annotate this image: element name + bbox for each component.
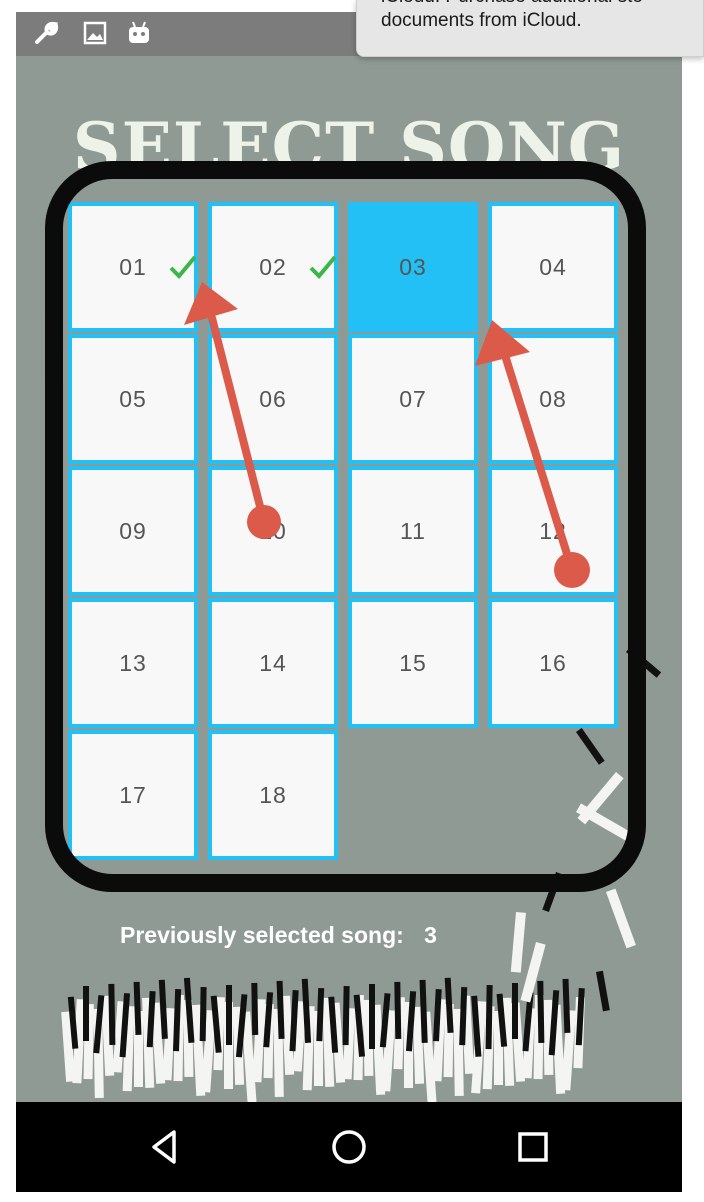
- song-cell-03[interactable]: 03: [348, 202, 478, 332]
- song-number: 12: [539, 517, 567, 544]
- song-number: 07: [399, 385, 427, 412]
- song-number: 04: [539, 253, 567, 280]
- screen: SELECT SONG 01 02 03 04 05 06 07 08 09 10 11 12 13 14…: [0, 0, 704, 1202]
- notification-line-1: iCloud. Purchase additional sto: [381, 0, 643, 8]
- song-cell-10[interactable]: 10: [208, 466, 338, 596]
- song-number: 16: [539, 649, 567, 676]
- icloud-notification[interactable]: iCloud. Purchase additional sto document…: [356, 0, 704, 57]
- recents-icon[interactable]: [508, 1122, 558, 1172]
- android-icon: [129, 21, 149, 43]
- song-number: 14: [259, 649, 287, 676]
- song-number: 11: [400, 517, 426, 544]
- check-icon: [309, 255, 337, 279]
- previous-song-label: Previously selected song: 3: [120, 922, 437, 949]
- page-title: SELECT SONG: [72, 108, 626, 186]
- song-cell-08[interactable]: 08: [488, 334, 618, 464]
- song-cell-06[interactable]: 06: [208, 334, 338, 464]
- song-cell-18[interactable]: 18: [208, 730, 338, 860]
- song-cell-12[interactable]: 12: [488, 466, 618, 596]
- image-icon: [83, 21, 107, 45]
- song-number: 06: [259, 385, 287, 412]
- wrench-icon: [35, 21, 59, 44]
- song-cell-07[interactable]: 07: [348, 334, 478, 464]
- song-cell-05[interactable]: 05: [68, 334, 198, 464]
- check-icon: [169, 255, 197, 279]
- song-number: 08: [539, 385, 567, 412]
- song-number: 09: [119, 517, 147, 544]
- song-cell-11[interactable]: 11: [348, 466, 478, 596]
- phone-screen: SELECT SONG 01 02 03 04 05 06 07 08 09 10 11 12 13 14…: [16, 12, 682, 1192]
- song-cell-14[interactable]: 14: [208, 598, 338, 728]
- song-cell-09[interactable]: 09: [68, 466, 198, 596]
- song-number: 15: [399, 649, 427, 676]
- song-number: 03: [399, 253, 427, 280]
- song-number: 13: [119, 649, 147, 676]
- song-number: 10: [259, 517, 287, 544]
- song-number: 17: [119, 781, 147, 808]
- song-cell-16[interactable]: 16: [488, 598, 618, 728]
- previous-song-text: Previously selected song:: [120, 922, 404, 948]
- song-number: 05: [119, 385, 147, 412]
- song-cell-15[interactable]: 15: [348, 598, 478, 728]
- back-icon[interactable]: [140, 1122, 190, 1172]
- song-number: 01: [119, 253, 147, 280]
- song-cell-02[interactable]: 02: [208, 202, 338, 332]
- song-cell-13[interactable]: 13: [68, 598, 198, 728]
- home-icon[interactable]: [324, 1122, 374, 1172]
- song-number: 02: [259, 253, 287, 280]
- song-number: 18: [259, 781, 287, 808]
- notification-line-2: documents from iCloud.: [381, 10, 582, 31]
- song-cell-17[interactable]: 17: [68, 730, 198, 860]
- song-cell-04[interactable]: 04: [488, 202, 618, 332]
- previous-song-value: 3: [424, 922, 437, 948]
- navigation-bar: [16, 1102, 682, 1192]
- song-cell-01[interactable]: 01: [68, 202, 198, 332]
